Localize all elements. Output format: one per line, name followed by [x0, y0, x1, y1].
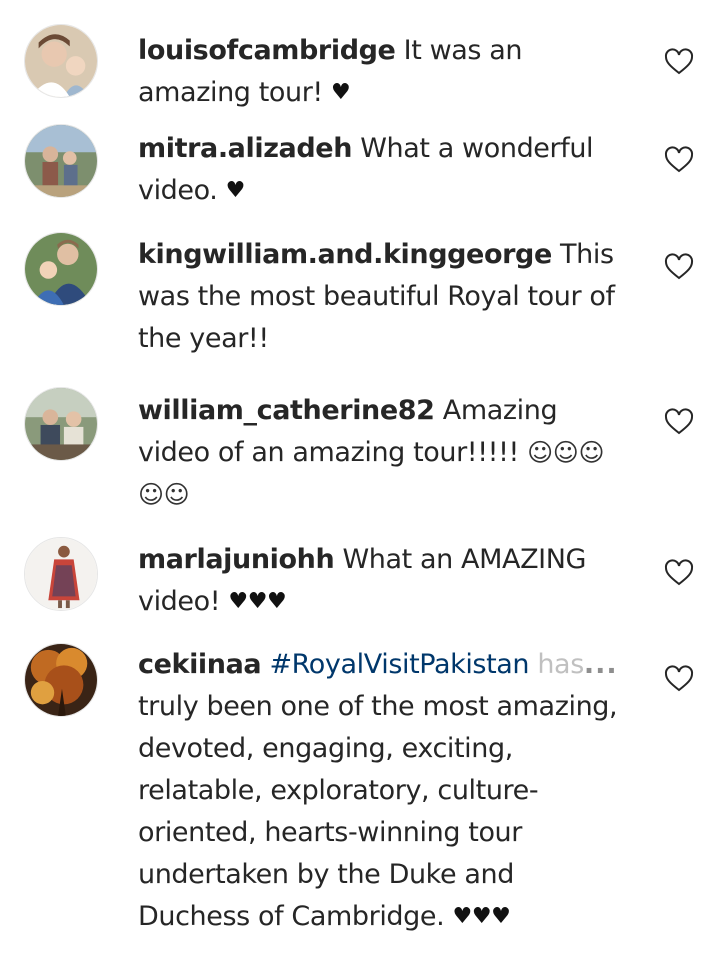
like-button[interactable]: [664, 48, 694, 76]
like-button[interactable]: [664, 665, 694, 693]
avatar[interactable]: [24, 387, 98, 461]
comment-text: cekiinaa #RoyalVisitPakistan has... trul…: [138, 644, 623, 938]
smiley-icon: ☺: [138, 480, 164, 509]
comment-username[interactable]: marlajuniohh: [138, 544, 335, 575]
like-button[interactable]: [664, 559, 694, 587]
comment-username[interactable]: louisofcambridge: [138, 35, 396, 66]
black-heart-icon: ♥: [247, 589, 268, 614]
comment-text: kingwilliam.and.kinggeorge This was the …: [138, 234, 623, 360]
heart-outline-icon: [664, 48, 694, 75]
comment-text: william_catherine82 Amazing video of an …: [138, 390, 623, 516]
black-heart-icon: ♥: [228, 589, 248, 614]
avatar-image: [25, 125, 97, 197]
comment-username[interactable]: william_catherine82: [138, 395, 435, 426]
like-button[interactable]: [664, 253, 694, 281]
comment-text: mitra.alizadeh What a wonderful video. ♥: [138, 128, 623, 212]
smiley-icon: ☺: [163, 480, 190, 509]
black-heart-icon: ♥: [452, 904, 473, 929]
black-heart-icon: ♥: [267, 589, 287, 614]
comment-text: marlajuniohh What an AMAZING video! ♥♥♥: [138, 539, 623, 623]
black-heart-icon: ♥: [331, 80, 351, 105]
avatar[interactable]: [24, 232, 98, 306]
comment-username[interactable]: mitra.alizadeh: [138, 133, 352, 164]
avatar[interactable]: [24, 643, 98, 717]
black-heart-icon: ♥: [491, 904, 511, 929]
like-button[interactable]: [664, 146, 694, 174]
more-button[interactable]: ...: [584, 649, 618, 680]
avatar-image: [25, 388, 97, 460]
black-heart-icon: ♥: [225, 178, 246, 203]
like-button[interactable]: [664, 408, 694, 436]
heart-outline-icon: [664, 665, 694, 692]
smiley-icon: ☺: [552, 438, 579, 467]
avatar[interactable]: [24, 124, 98, 198]
heart-outline-icon: [664, 559, 694, 586]
smiley-icon: ☺: [527, 438, 553, 467]
smiley-icon: ☺: [578, 438, 605, 467]
avatar-image: [25, 538, 97, 610]
comment-text: louisofcambridge It was an amazing tour!…: [138, 30, 623, 114]
avatar[interactable]: [24, 24, 98, 98]
avatar-image: [25, 25, 97, 97]
black-heart-icon: ♥: [471, 904, 492, 929]
comment-body: truly been one of the most amazing, devo…: [138, 691, 618, 932]
heart-outline-icon: [664, 253, 694, 280]
avatar-image: [25, 233, 97, 305]
hashtag-link[interactable]: #RoyalVisitPakistan: [269, 649, 529, 680]
heart-outline-icon: [664, 408, 694, 435]
heart-outline-icon: [664, 146, 694, 173]
comment-username[interactable]: kingwilliam.and.kinggeorge: [138, 239, 552, 270]
avatar-image: [25, 644, 97, 716]
truncated-text: has: [529, 649, 584, 680]
avatar[interactable]: [24, 537, 98, 611]
comment-username[interactable]: cekiinaa: [138, 649, 262, 680]
